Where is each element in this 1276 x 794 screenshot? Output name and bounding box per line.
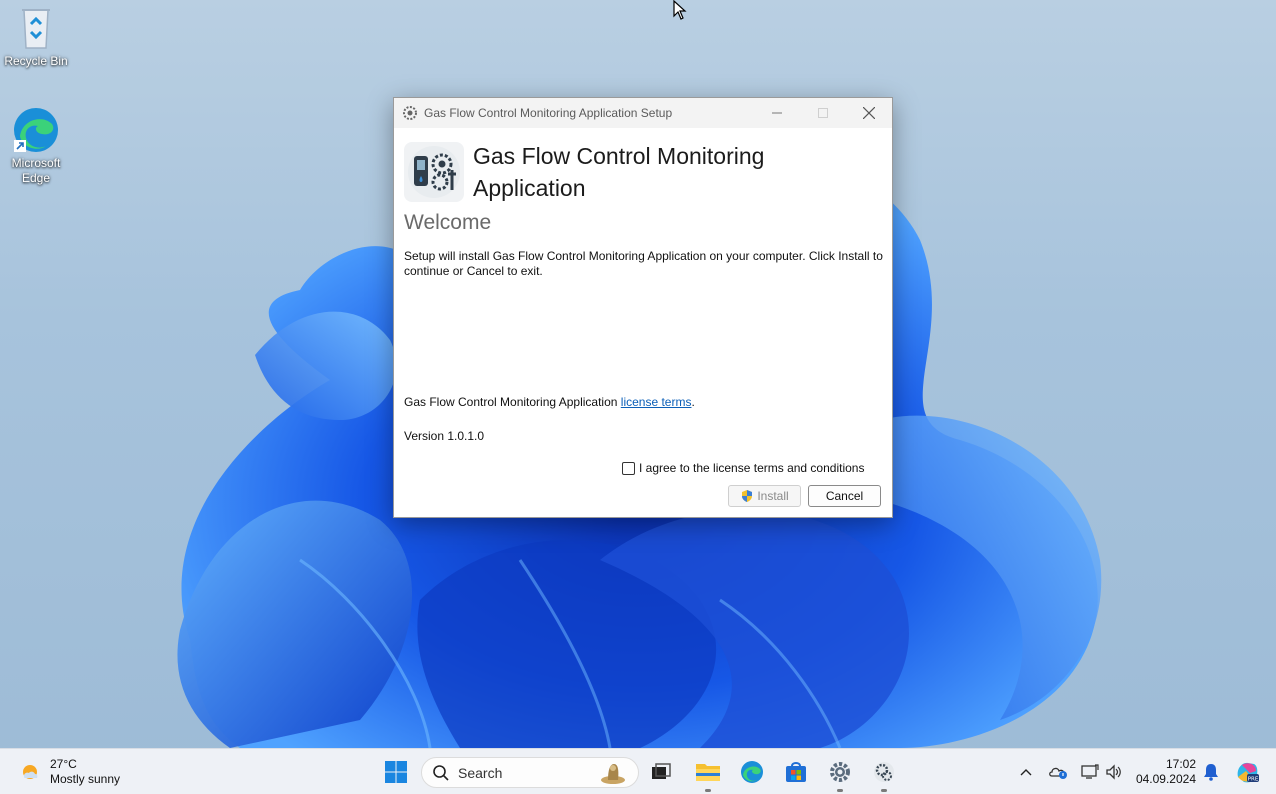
install-button-label: Install <box>757 489 789 503</box>
onedrive-tray-button[interactable] <box>1042 756 1074 788</box>
license-terms-link[interactable]: license terms <box>621 395 692 409</box>
edge-taskbar-button[interactable] <box>736 756 768 788</box>
gear-icon <box>830 762 850 782</box>
cloud-icon <box>1049 767 1067 779</box>
edge-icon <box>741 761 763 783</box>
cancel-button-label: Cancel <box>825 489 864 503</box>
copilot-button[interactable]: PRE <box>1231 756 1263 788</box>
weather-widget[interactable]: 27°C Mostly sunny <box>18 757 120 787</box>
windows-logo-icon <box>385 761 407 783</box>
chevron-up-icon <box>1020 769 1032 776</box>
svg-text:PRE: PRE <box>1248 777 1259 783</box>
search-highlight-icon <box>601 763 625 784</box>
maximize-icon <box>818 108 828 118</box>
taskbar-search[interactable]: Search <box>421 757 639 788</box>
clock-date: 04.09.2024 <box>1135 772 1196 786</box>
license-prefix: Gas Flow Control Monitoring Application <box>404 395 618 409</box>
show-hidden-icons-button[interactable] <box>1010 756 1042 788</box>
task-view-button[interactable] <box>645 756 677 788</box>
desktop-icon-microsoft-edge[interactable]: Microsoft Edge <box>0 106 72 186</box>
version-label: Version 1.0.1.0 <box>404 429 485 443</box>
store-button[interactable] <box>780 756 812 788</box>
welcome-heading: Welcome <box>404 211 492 234</box>
folder-icon <box>696 764 720 781</box>
clock-time: 17:02 <box>1165 757 1196 771</box>
start-button[interactable] <box>380 756 412 788</box>
app-name-heading: Gas Flow Control Monitoring Application <box>473 143 765 201</box>
agree-checkbox[interactable] <box>622 461 635 475</box>
agree-checkbox-row[interactable]: I agree to the license terms and conditi… <box>622 461 864 475</box>
uac-shield-icon <box>742 490 753 502</box>
app-setup-icon <box>874 762 894 782</box>
close-button[interactable] <box>846 98 892 128</box>
license-suffix: . <box>691 395 695 409</box>
install-button[interactable]: Install <box>728 485 801 507</box>
taskbar: 27°C Mostly sunny Search 17:02 04.09.202… <box>0 748 1276 794</box>
app-header: Gas Flow Control Monitoring Application <box>404 142 833 204</box>
setup-dialog: Gas Flow Control Monitoring Application … <box>393 97 893 518</box>
search-icon <box>433 764 449 781</box>
minimize-icon <box>772 112 782 114</box>
running-indicator <box>881 789 887 792</box>
store-icon <box>786 762 806 782</box>
dialog-titlebar[interactable]: Gas Flow Control Monitoring Application … <box>394 98 892 128</box>
minimize-button[interactable] <box>754 98 800 128</box>
taskbar-clock[interactable]: 17:02 04.09.2024 <box>1136 757 1196 787</box>
bell-icon <box>1204 764 1218 781</box>
close-icon <box>863 107 875 119</box>
cancel-button[interactable]: Cancel <box>808 485 881 507</box>
desktop-icon-label: Recycle Bin <box>4 54 68 68</box>
recycle-bin-icon <box>12 4 60 52</box>
app-logo-icon <box>404 142 464 202</box>
copilot-icon: PRE <box>1237 762 1259 783</box>
weather-temp: 27°C <box>50 757 77 771</box>
setup-app-taskbar-button[interactable] <box>868 756 900 792</box>
edge-icon <box>12 106 60 154</box>
dialog-title: Gas Flow Control Monitoring Application … <box>424 106 673 120</box>
running-indicator <box>705 789 711 792</box>
license-line: Gas Flow Control Monitoring Application … <box>404 395 695 409</box>
settings-button[interactable] <box>824 756 856 792</box>
volume-tray-button[interactable] <box>1098 756 1130 788</box>
app-small-icon <box>402 105 418 121</box>
desktop-icon-recycle-bin[interactable]: Recycle Bin <box>0 4 72 69</box>
running-indicator <box>837 789 843 792</box>
agree-label: I agree to the license terms and conditi… <box>639 461 865 475</box>
task-view-icon <box>652 763 671 779</box>
file-explorer-button[interactable] <box>692 756 724 792</box>
desktop-icon-label: Microsoft Edge <box>11 156 61 185</box>
notifications-button[interactable] <box>1195 756 1227 788</box>
weather-condition: Mostly sunny <box>50 772 121 786</box>
search-placeholder: Search <box>458 764 503 781</box>
mouse-cursor-icon <box>673 0 687 25</box>
maximize-button <box>800 98 846 128</box>
network-icon <box>1081 764 1099 779</box>
speaker-icon <box>1106 764 1121 780</box>
setup-description: Setup will install Gas Flow Control Moni… <box>404 249 883 278</box>
partly-sunny-icon <box>23 765 38 779</box>
